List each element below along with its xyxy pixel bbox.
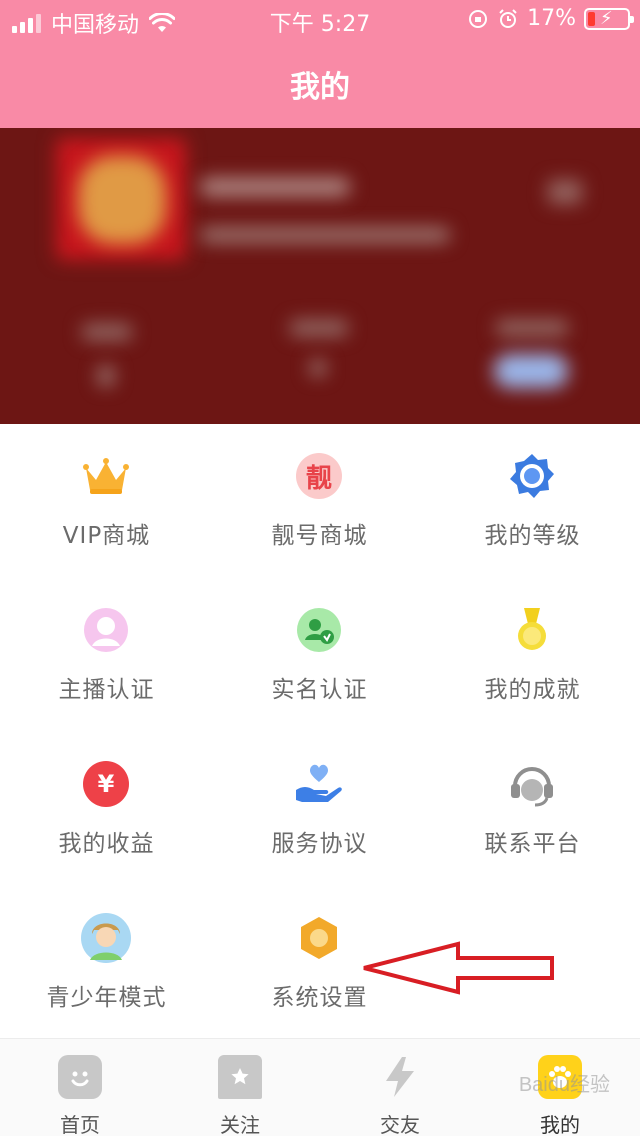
home-face-icon: [58, 1055, 102, 1099]
status-bar-right: 17% ⚡: [467, 6, 634, 31]
stat-action-button[interactable]: [494, 354, 568, 388]
heart-hand-icon: [293, 758, 345, 810]
menu-item-service-agreement[interactable]: 服务协议: [213, 732, 426, 886]
menu-item-pretty-number-mall[interactable]: 靓 靓号商城: [213, 424, 426, 578]
battery-charging-icon: ⚡: [584, 7, 634, 30]
watermark: Baidu经验: [518, 1074, 610, 1096]
menu-item-label: 我的收益: [58, 831, 155, 857]
medal-icon: [506, 604, 558, 656]
tab-label: 我的: [540, 1113, 580, 1136]
stat-label-2: [290, 320, 348, 336]
teen-mode-icon: [80, 912, 132, 964]
menu-item-anchor-certification[interactable]: 主播认证: [0, 578, 213, 732]
page-title: 我的: [290, 70, 350, 105]
menu-item-label: VIP商城: [62, 523, 151, 549]
signature-blurred: [200, 228, 450, 242]
rotation-lock-icon: [469, 9, 488, 28]
top-bar: 中国移动 下午 5:27 17% ⚡ 我的: [0, 0, 640, 128]
menu-item-earnings[interactable]: ¥ 我的收益: [0, 732, 213, 886]
avatar-image: [78, 156, 166, 244]
menu-item-label: 我的等级: [484, 523, 581, 549]
menu-item-label: 我的成就: [484, 677, 581, 703]
menu-item-vip-mall[interactable]: VIP商城: [0, 424, 213, 578]
stat-value-2: [310, 360, 326, 376]
realname-verification-icon: [293, 604, 345, 656]
yuan-coin-icon: ¥: [80, 758, 132, 810]
menu-item-label: 联系平台: [484, 831, 581, 857]
settings-hexagon-icon: [293, 912, 345, 964]
menu-item-label: 靓号商城: [271, 523, 368, 549]
headset-icon: [506, 758, 558, 810]
stat-label-3: [496, 320, 568, 336]
tab-friends[interactable]: 交友: [320, 1039, 480, 1136]
tab-follow[interactable]: 关注: [160, 1039, 320, 1136]
pretty-number-icon: 靓: [293, 450, 345, 502]
star-bookmark-icon: [218, 1055, 262, 1099]
menu-item-label: 实名认证: [271, 677, 368, 703]
tab-home[interactable]: 首页: [0, 1039, 160, 1136]
tab-label: 首页: [60, 1113, 100, 1136]
status-bar: 中国移动 下午 5:27 17% ⚡: [0, 0, 640, 40]
tab-label: 交友: [380, 1113, 420, 1136]
menu-item-label: 青少年模式: [46, 985, 167, 1011]
tab-label: 关注: [220, 1113, 260, 1136]
annotation-arrow: [363, 941, 554, 995]
stat-value-1: [98, 366, 114, 386]
battery-percent: 17%: [527, 6, 576, 31]
stat-label-1: [82, 324, 132, 340]
alarm-icon: [499, 8, 517, 28]
menu-item-achievements[interactable]: 我的成就: [426, 578, 639, 732]
profile-card[interactable]: [0, 128, 640, 424]
menu-item-contact-platform[interactable]: 联系平台: [426, 732, 639, 886]
menu-item-teen-mode[interactable]: 青少年模式: [0, 886, 213, 1040]
menu-item-my-level[interactable]: 我的等级: [426, 424, 639, 578]
crown-icon: [80, 450, 132, 502]
yuan-glyph: ¥: [83, 761, 129, 807]
menu-item-realname-verification[interactable]: 实名认证: [213, 578, 426, 732]
username-blurred: [200, 178, 350, 196]
lightning-icon: [378, 1055, 422, 1099]
menu-item-label: 服务协议: [271, 831, 368, 857]
edit-profile-icon[interactable]: [548, 180, 582, 204]
pretty-number-glyph: 靓: [296, 453, 342, 499]
anchor-certification-icon: [80, 604, 132, 656]
level-badge-icon: [506, 450, 558, 502]
menu-item-label: 主播认证: [58, 677, 155, 703]
